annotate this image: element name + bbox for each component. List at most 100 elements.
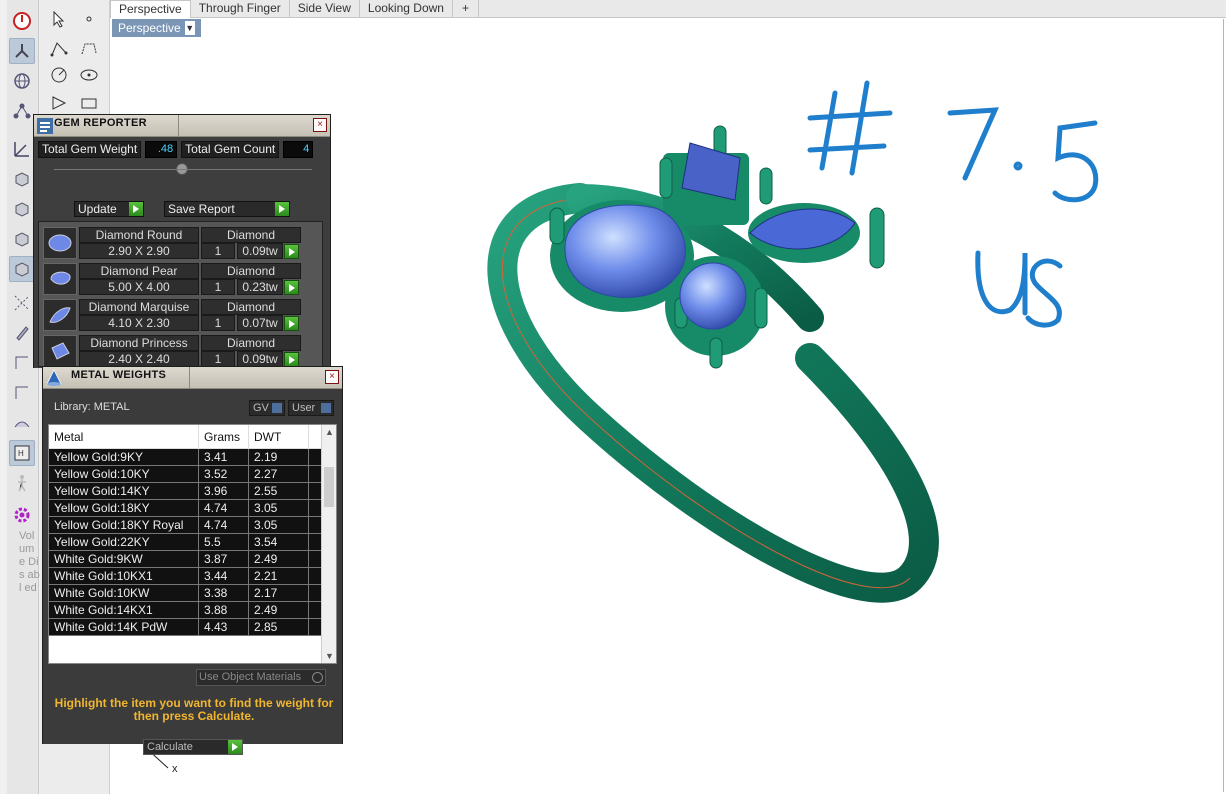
volume-disabled-text: Vol um e Dis abl ed xyxy=(19,530,40,594)
gem-go-button[interactable] xyxy=(284,280,299,295)
pear-gem xyxy=(564,204,686,298)
use-object-materials-toggle[interactable]: Use Object Materials xyxy=(196,669,326,686)
total-gem-weight-value: .48 xyxy=(145,141,178,158)
dwt-cell: 2.21 xyxy=(249,568,309,584)
gv-selector[interactable]: GV xyxy=(249,400,285,416)
dwt-cell: 2.49 xyxy=(249,602,309,618)
gem-reporter-titlebar[interactable]: GEM REPORTER × xyxy=(34,115,330,137)
grams-cell: 3.87 xyxy=(199,551,249,567)
metal-weights-title: METAL WEIGHTS xyxy=(71,369,167,381)
table-row[interactable]: White Gold:14K PdW 4.43 2.85 xyxy=(49,619,322,636)
dwt-cell: 2.49 xyxy=(249,551,309,567)
pear-gem-icon xyxy=(43,263,77,295)
table-body: Yellow Gold:9KY 3.41 2.19 Yellow Gold:10KY 3… xyxy=(49,449,322,636)
gem-go-button[interactable] xyxy=(284,316,299,331)
point-icon[interactable] xyxy=(76,6,102,32)
dwt-cell: 2.19 xyxy=(249,449,309,465)
add-tab-button[interactable]: + xyxy=(453,0,479,18)
table-row[interactable]: Yellow Gold:14KY 3.96 2.55 xyxy=(49,483,322,500)
rectangle-icon[interactable] xyxy=(76,90,102,116)
save-report-button[interactable]: Save Report xyxy=(164,201,290,217)
axis-icon[interactable] xyxy=(9,136,35,162)
scroll-up-icon[interactable]: ▲ xyxy=(322,425,336,439)
close-icon[interactable]: × xyxy=(325,370,339,384)
gem-row[interactable]: Diamond Round Diamond 2.90 X 2.90 1 0.09… xyxy=(43,226,301,260)
table-row[interactable]: White Gold:10KW 3.38 2.17 xyxy=(49,585,322,602)
table-row[interactable]: White Gold:14KX1 3.88 2.49 xyxy=(49,602,322,619)
circle-icon[interactable] xyxy=(46,62,72,88)
pen-icon[interactable] xyxy=(9,320,35,346)
metal-name-cell: Yellow Gold:18KY Royal xyxy=(49,517,199,533)
gem-name: Diamond Marquise xyxy=(79,299,199,315)
user-selector[interactable]: User xyxy=(288,400,334,416)
gem-go-button[interactable] xyxy=(284,352,299,367)
viewport-tabs: Perspective Through Finger Side View Loo… xyxy=(110,0,1226,18)
select-arrow-icon[interactable] xyxy=(46,6,72,32)
curve-icon[interactable] xyxy=(76,36,102,62)
gem-qty: 1 xyxy=(201,243,235,259)
polyline-icon[interactable] xyxy=(46,36,72,62)
table-row[interactable]: Yellow Gold:22KY 5.5 3.54 xyxy=(49,534,322,551)
scroll-down-icon[interactable]: ▼ xyxy=(322,649,336,663)
hierarchy-icon[interactable] xyxy=(9,98,35,124)
triangle-icon[interactable] xyxy=(46,90,72,116)
ellipse-icon[interactable] xyxy=(76,62,102,88)
table-scrollbar[interactable]: ▲ ▼ xyxy=(321,425,336,663)
metal-name-cell: Yellow Gold:14KY xyxy=(49,483,199,499)
table-row[interactable]: Yellow Gold:10KY 3.52 2.27 xyxy=(49,466,322,483)
use-object-materials-label: Use Object Materials xyxy=(199,671,302,683)
offset-icon[interactable] xyxy=(9,380,35,406)
gem-weight: 0.07tw xyxy=(237,315,283,331)
gem-row[interactable]: Diamond Marquise Diamond 4.10 X 2.30 1 0… xyxy=(43,298,301,332)
box-icon[interactable] xyxy=(9,226,35,252)
metal-name-cell: Yellow Gold:22KY xyxy=(49,534,199,550)
metal-weights-titlebar[interactable]: METAL WEIGHTS × xyxy=(43,367,342,389)
grams-cell: 4.74 xyxy=(199,517,249,533)
metal-name-cell: Yellow Gold:9KY xyxy=(49,449,199,465)
total-gem-weight-label: Total Gem Weight xyxy=(38,141,142,158)
box-icon[interactable] xyxy=(9,166,35,192)
history-icon[interactable]: H xyxy=(9,440,35,466)
calculate-button[interactable]: Calculate xyxy=(143,739,243,755)
box-icon[interactable] xyxy=(9,256,35,282)
globe-icon[interactable] xyxy=(9,68,35,94)
fan-gem-icon[interactable] xyxy=(9,38,35,64)
scroll-thumb[interactable] xyxy=(324,467,334,507)
table-row[interactable]: Yellow Gold:18KY Royal 4.74 3.05 xyxy=(49,517,322,534)
tab-looking-down[interactable]: Looking Down xyxy=(360,0,453,18)
gem-row[interactable]: Diamond Pear Diamond 5.00 X 4.00 1 0.23t… xyxy=(43,262,301,296)
total-gem-count-value: 4 xyxy=(283,141,314,158)
figure-icon[interactable] xyxy=(9,470,35,496)
grams-cell: 3.96 xyxy=(199,483,249,499)
surface-icon[interactable] xyxy=(9,410,35,436)
col-grams[interactable]: Grams xyxy=(199,425,249,449)
update-button[interactable]: Update xyxy=(74,201,144,217)
table-row[interactable]: White Gold:10KX1 3.44 2.21 xyxy=(49,568,322,585)
gem-material: Diamond xyxy=(201,227,301,243)
gv-label: GV xyxy=(253,402,269,414)
box-icon[interactable] xyxy=(9,196,35,222)
metal-name-cell: Yellow Gold:18KY xyxy=(49,500,199,516)
table-row[interactable]: Yellow Gold:9KY 3.41 2.19 xyxy=(49,449,322,466)
col-metal[interactable]: Metal xyxy=(49,425,199,449)
col-dwt[interactable]: DWT xyxy=(249,425,309,449)
tab-through-finger[interactable]: Through Finger xyxy=(191,0,290,18)
gear-icon[interactable] xyxy=(9,502,35,528)
metal-name-cell: White Gold:14KX1 xyxy=(49,602,199,618)
table-row[interactable]: White Gold:9KW 3.87 2.49 xyxy=(49,551,322,568)
gem-reporter-icon xyxy=(37,118,53,134)
close-icon[interactable]: × xyxy=(313,118,327,132)
update-label: Update xyxy=(78,202,117,216)
gem-go-button[interactable] xyxy=(284,244,299,259)
instruction-text: Highlight the item you want to find the … xyxy=(54,696,334,723)
metal-weights-panel: METAL WEIGHTS × Library: METAL GV User M… xyxy=(42,366,343,755)
gem-row[interactable]: Diamond Princess Diamond 2.40 X 2.40 1 0… xyxy=(43,334,301,368)
grid-move-icon[interactable] xyxy=(9,290,35,316)
table-header: Metal Grams DWT xyxy=(49,425,322,449)
tab-perspective[interactable]: Perspective xyxy=(110,0,191,18)
tab-side-view[interactable]: Side View xyxy=(290,0,360,18)
dwt-cell: 3.05 xyxy=(249,517,309,533)
offset-icon[interactable] xyxy=(9,350,35,376)
table-row[interactable]: Yellow Gold:18KY 4.74 3.05 xyxy=(49,500,322,517)
power-icon[interactable] xyxy=(9,8,35,34)
